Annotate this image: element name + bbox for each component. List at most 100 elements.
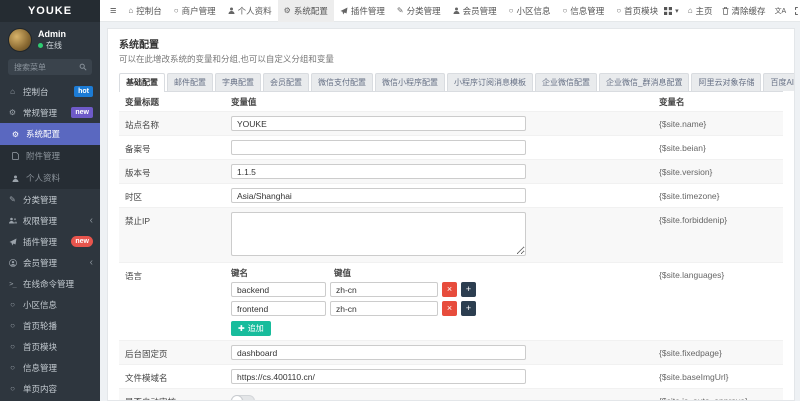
topnav-item-label: 分类管理 bbox=[406, 5, 441, 16]
lang-key-input[interactable] bbox=[231, 282, 326, 297]
topnav-item-5[interactable]: ✎ 分类管理 bbox=[391, 0, 447, 22]
topnav-item-9[interactable]: ○ 首页模块 bbox=[610, 0, 664, 22]
remove-row-button[interactable]: × bbox=[442, 301, 457, 316]
topnav-item-label: 个人资料 bbox=[237, 5, 272, 16]
fullscreen-button[interactable] bbox=[795, 6, 800, 15]
kv-row-backend: × + bbox=[231, 282, 659, 297]
grid-icon bbox=[664, 6, 673, 15]
header-var-title: 变量标题 bbox=[125, 97, 160, 107]
timezone-input[interactable] bbox=[231, 188, 526, 203]
apps-dropdown[interactable]: ▾ bbox=[664, 6, 679, 15]
sidebar-item-5[interactable]: ✎ 分类管理 bbox=[0, 189, 100, 210]
config-panel: 系统配置 可以在此增改系统的变量和分组,也可以自定义分组和变量 基础配置 邮件配置… bbox=[107, 28, 795, 401]
fixed-page-input[interactable] bbox=[231, 345, 526, 360]
sidebar-item-1[interactable]: ⚙ 常规管理 new bbox=[0, 102, 100, 123]
topnav-item-label: 控制台 bbox=[136, 5, 162, 16]
version-input[interactable] bbox=[231, 164, 526, 179]
sidebar-item-label: 会员管理 bbox=[23, 257, 58, 268]
field-var-name: {$site.name} bbox=[659, 119, 707, 129]
tab-3[interactable]: 会员配置 bbox=[263, 73, 309, 91]
form-row-version: 版本号 {$site.version} bbox=[119, 159, 783, 183]
online-dot-icon bbox=[38, 43, 43, 48]
topnav-item-6[interactable]: 会员管理 bbox=[447, 0, 503, 22]
sidebar-item-label: 插件管理 bbox=[23, 236, 58, 247]
topnav-item-label: 插件管理 bbox=[350, 5, 385, 16]
tab-10[interactable]: 百度AI开放平台 bbox=[763, 73, 794, 91]
user-avatar[interactable] bbox=[8, 28, 32, 52]
tab-0[interactable]: 基础配置 bbox=[119, 73, 165, 92]
page-subtitle: 可以在此增改系统的变量和分组,也可以自定义分组和变量 bbox=[119, 54, 334, 64]
lang-value-input[interactable] bbox=[330, 301, 438, 316]
circle-icon: ○ bbox=[562, 6, 568, 15]
home-icon: ⌂ bbox=[687, 6, 693, 15]
remove-row-button[interactable]: × bbox=[442, 282, 457, 297]
clear-cache-button[interactable]: 清除缓存 bbox=[722, 5, 766, 17]
base-img-url-input[interactable] bbox=[231, 369, 526, 384]
lang-key-input[interactable] bbox=[231, 301, 326, 316]
tab-9[interactable]: 阿里云对象存储 bbox=[691, 73, 762, 91]
form-row-fixed-page: 后台固定页 {$site.fixedpage} bbox=[119, 340, 783, 364]
user-icon bbox=[228, 7, 235, 14]
language-switch-button[interactable]: 文A bbox=[775, 6, 787, 16]
sidebar-item-6[interactable]: 权限管理 ‹ bbox=[0, 210, 100, 231]
hamburger-icon[interactable]: ≡ bbox=[104, 5, 122, 17]
badge-hot: hot bbox=[74, 86, 93, 97]
circle-icon: ○ bbox=[10, 342, 15, 351]
sidebar-item-3[interactable]: 附件管理 bbox=[0, 145, 100, 167]
topnav-item-7[interactable]: ○ 小区信息 bbox=[503, 0, 557, 22]
sidebar-item-label: 系统配置 bbox=[26, 129, 61, 139]
sidebar-item-10[interactable]: ○ 小区信息 bbox=[0, 294, 100, 315]
users-icon bbox=[7, 217, 18, 224]
sidebar-item-0[interactable]: ⌂ 控制台 hot bbox=[0, 81, 100, 102]
topnav-item-8[interactable]: ○ 信息管理 bbox=[556, 0, 610, 22]
circle-icon: ○ bbox=[10, 363, 15, 372]
topnav-item-0[interactable]: ⌂ 控制台 bbox=[122, 0, 167, 22]
topnav-item-1[interactable]: ○ 商户管理 bbox=[168, 0, 222, 22]
config-tabs: 基础配置 邮件配置 字典配置 会员配置 微信支付配置 微信小程序配置 小程序订阅消息模板 企业… bbox=[119, 72, 794, 92]
tab-7[interactable]: 企业微信配置 bbox=[535, 73, 597, 91]
chevron-left-icon: ‹ bbox=[89, 256, 93, 268]
sidebar-user-panel: Admin 在线 bbox=[0, 22, 100, 56]
field-var-name: {$site.version} bbox=[659, 167, 713, 177]
topnav-item-3[interactable]: ⚙ 系统配置 bbox=[277, 0, 334, 22]
sidebar-item-2[interactable]: ⚙ 系统配置 bbox=[0, 123, 100, 145]
tab-6[interactable]: 小程序订阅消息模板 bbox=[447, 73, 533, 91]
sidebar-item-4[interactable]: 个人资料 bbox=[0, 167, 100, 189]
sidebar-item-7[interactable]: 插件管理 new bbox=[0, 231, 100, 252]
sidebar-item-11[interactable]: ○ 首页轮播 bbox=[0, 315, 100, 336]
sidebar-item-13[interactable]: ○ 信息管理 bbox=[0, 357, 100, 378]
field-var-name: {$site.languages} bbox=[659, 270, 725, 280]
sidebar-item-14[interactable]: ○ 单页内容 bbox=[0, 378, 100, 399]
pencil-icon: ✎ bbox=[9, 195, 16, 204]
header-var-value: 变量值 bbox=[231, 97, 257, 107]
sidebar-item-label: 附件管理 bbox=[26, 151, 61, 161]
beian-input[interactable] bbox=[231, 140, 526, 155]
home-button[interactable]: ⌂ 主页 bbox=[688, 5, 713, 17]
sidebar-item-9[interactable]: >_ 在线命令管理 bbox=[0, 273, 100, 294]
site-name-input[interactable] bbox=[231, 116, 526, 131]
field-var-name: {$site.beian} bbox=[659, 143, 706, 153]
tab-1[interactable]: 邮件配置 bbox=[167, 73, 213, 91]
tab-5[interactable]: 微信小程序配置 bbox=[375, 73, 445, 91]
topnav-item-2[interactable]: 个人资料 bbox=[222, 0, 278, 22]
lang-value-input[interactable] bbox=[330, 282, 438, 297]
tab-2[interactable]: 字典配置 bbox=[215, 73, 261, 91]
topnav-item-label: 小区信息 bbox=[516, 5, 551, 16]
tab-4[interactable]: 微信支付配置 bbox=[311, 73, 373, 91]
main-area: ≡ ⌂ 控制台 ○ 商户管理 个人资料 ⚙ 系统配置 插件管理 ✎ 分类管理 会员管理 ○ 小区信息 ○ 信… bbox=[100, 0, 800, 401]
forbidden-ip-textarea[interactable] bbox=[231, 212, 526, 256]
circle-icon: ○ bbox=[10, 321, 15, 330]
sidebar-item-8[interactable]: 会员管理 ‹ bbox=[0, 252, 100, 273]
auto-approve-toggle[interactable] bbox=[231, 395, 255, 400]
add-row-button[interactable]: + bbox=[461, 282, 476, 297]
topnav-item-label: 首页模块 bbox=[624, 5, 659, 16]
paper-plane-icon bbox=[7, 238, 18, 246]
append-button[interactable]: ✚ 追加 bbox=[231, 321, 271, 336]
tab-8[interactable]: 企业微信_群消息配置 bbox=[599, 73, 690, 91]
badge-new: new bbox=[71, 107, 93, 118]
sidebar-item-12[interactable]: ○ 首页模块 bbox=[0, 336, 100, 357]
form-row-languages: 语言 键名 键值 × + bbox=[119, 262, 783, 340]
topnav-item-4[interactable]: 插件管理 bbox=[334, 0, 391, 22]
add-row-button[interactable]: + bbox=[461, 301, 476, 316]
pencil-icon: ✎ bbox=[396, 6, 404, 15]
